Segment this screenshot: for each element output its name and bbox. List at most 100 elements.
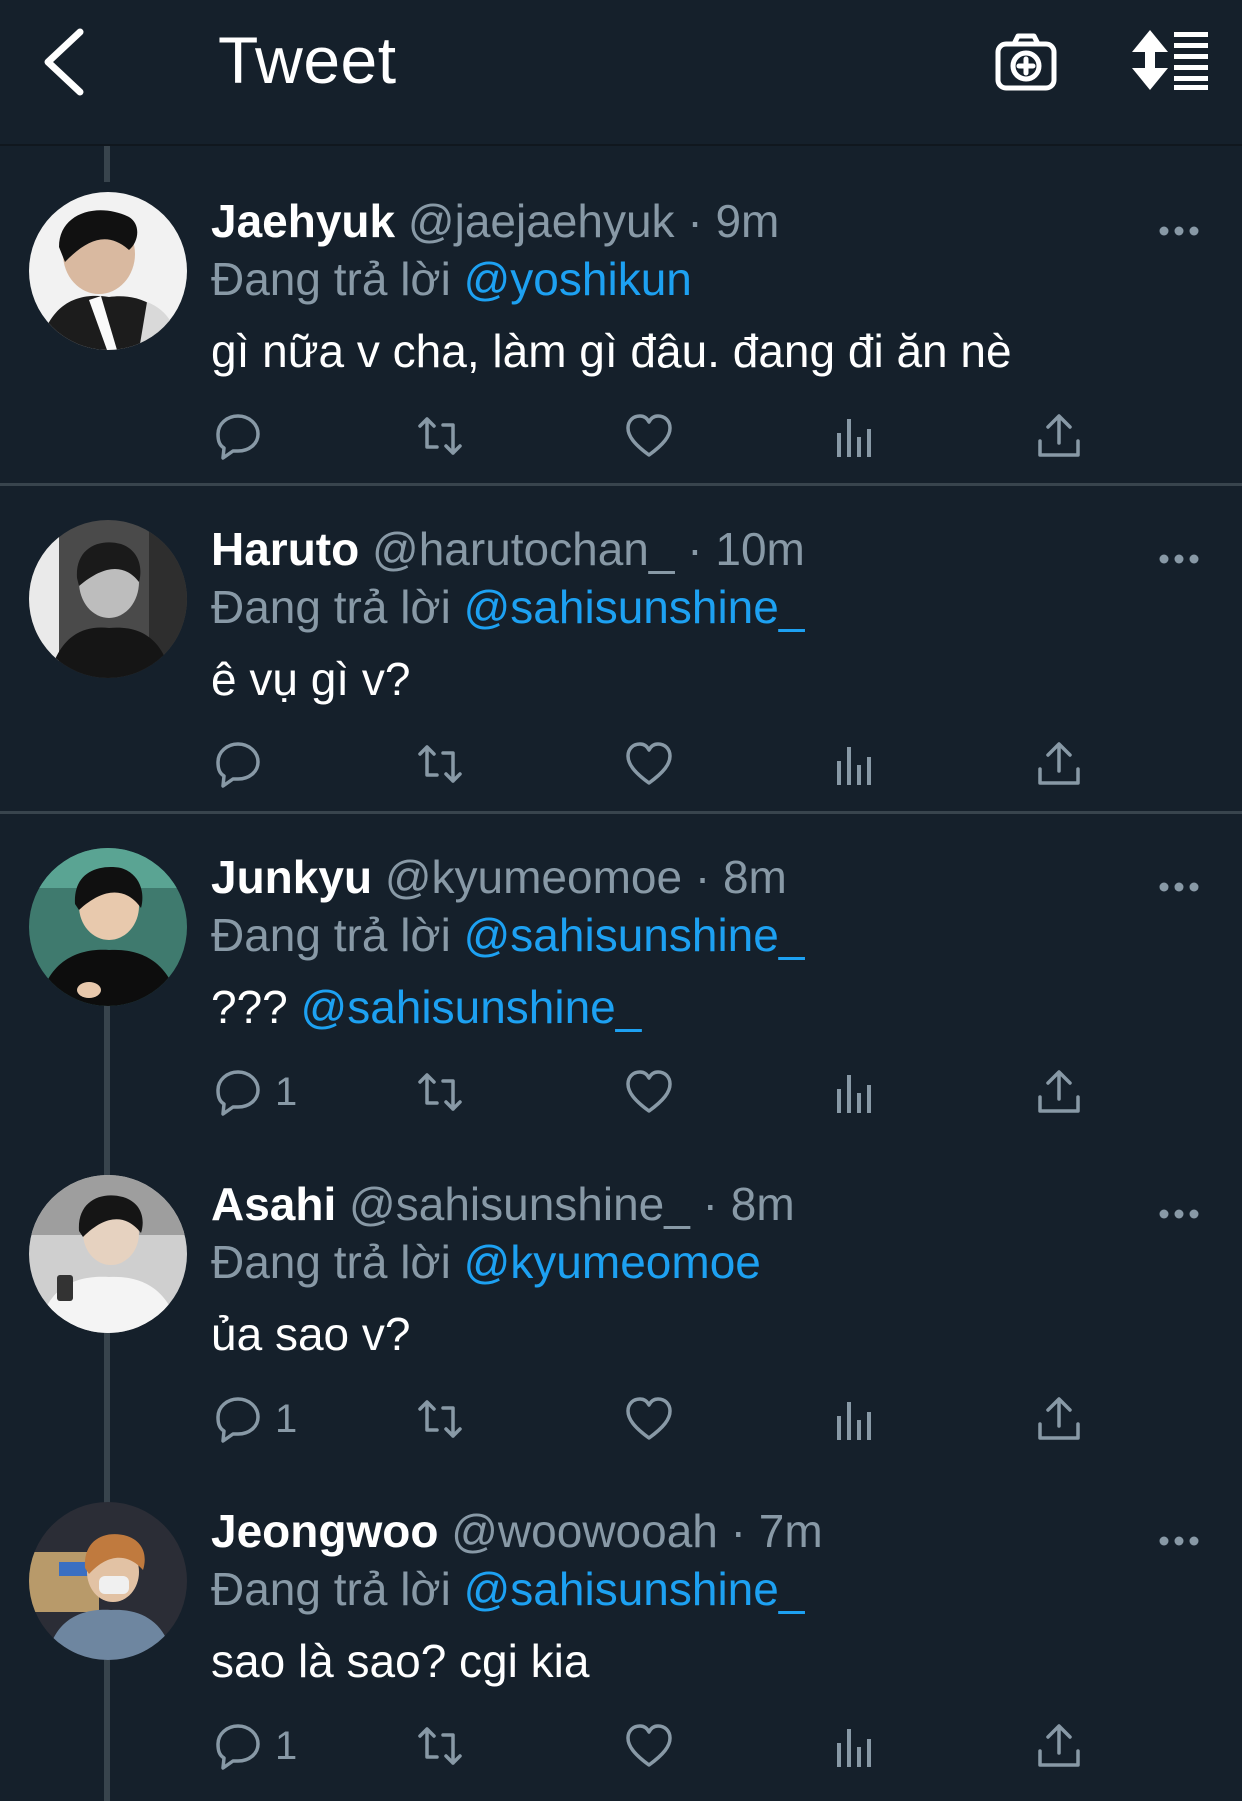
tweet-text: ??? @sahisunshine_ bbox=[211, 980, 641, 1034]
share-icon bbox=[1038, 414, 1080, 457]
more-options-icon[interactable] bbox=[1158, 880, 1200, 894]
reply-button[interactable] bbox=[213, 736, 275, 792]
replying-to: Đang trả lời @sahisunshine_ bbox=[211, 580, 804, 634]
analytics-icon bbox=[837, 419, 871, 457]
tweet-thread-screen: Tweet Jaehyuk @jaejaehyuk · 9m Đang trả … bbox=[0, 0, 1242, 1801]
more-options-icon[interactable] bbox=[1158, 1534, 1200, 1548]
analytics-button[interactable] bbox=[828, 1391, 878, 1447]
tweet-item[interactable]: Jaehyuk @jaejaehyuk · 9m Đang trả lời @y… bbox=[0, 158, 1242, 486]
display-name[interactable]: Junkyu bbox=[211, 851, 372, 903]
username[interactable]: @harutochan_ bbox=[372, 523, 674, 575]
avatar-photo bbox=[29, 520, 187, 678]
reply-icon bbox=[216, 1070, 260, 1116]
timestamp[interactable]: 8m bbox=[723, 851, 787, 903]
tweet-item[interactable]: Junkyu @kyumeomoe · 8m Đang trả lời @sah… bbox=[0, 814, 1242, 1141]
replying-mention-link[interactable]: @yoshikun bbox=[464, 253, 692, 305]
username[interactable]: @woowooah bbox=[451, 1505, 718, 1557]
replying-mention-link[interactable]: @sahisunshine_ bbox=[464, 1563, 805, 1615]
tweet-text-content: gì nữa v cha, làm gì đâu. đang đi ăn nè bbox=[211, 325, 1012, 377]
reply-button[interactable] bbox=[213, 408, 275, 464]
reply-button[interactable]: 1 bbox=[213, 1064, 297, 1120]
tweet-item[interactable]: Asahi @sahisunshine_ · 8m Đang trả lời @… bbox=[0, 1141, 1242, 1468]
share-button[interactable] bbox=[1034, 1718, 1084, 1774]
reply-button[interactable]: 1 bbox=[213, 1718, 297, 1774]
avatar[interactable] bbox=[29, 520, 187, 678]
tweet-text: gì nữa v cha, làm gì đâu. đang đi ăn nè bbox=[211, 324, 1012, 378]
more-options-icon[interactable] bbox=[1158, 552, 1200, 566]
analytics-icon bbox=[837, 1075, 871, 1113]
tweet-item[interactable]: Haruto @harutochan_ · 10m Đang trả lời @… bbox=[0, 486, 1242, 814]
separator-dot: · bbox=[702, 1178, 718, 1230]
replying-mention-link[interactable]: @sahisunshine_ bbox=[464, 581, 805, 633]
top-bar: Tweet bbox=[0, 0, 1242, 146]
heart-icon bbox=[626, 1070, 672, 1113]
like-button[interactable] bbox=[624, 1391, 674, 1447]
tweet-text-mention[interactable]: @sahisunshine_ bbox=[301, 981, 642, 1033]
back-button[interactable] bbox=[40, 26, 100, 98]
sort-button[interactable] bbox=[1132, 30, 1208, 90]
action-bar bbox=[211, 736, 1111, 792]
retweet-button[interactable] bbox=[415, 1718, 465, 1774]
analytics-button[interactable] bbox=[828, 1064, 878, 1120]
retweet-icon bbox=[418, 417, 462, 455]
username[interactable]: @kyumeomoe bbox=[385, 851, 682, 903]
avatar[interactable] bbox=[29, 848, 187, 1006]
username[interactable]: @sahisunshine_ bbox=[349, 1178, 690, 1230]
avatar[interactable] bbox=[29, 1175, 187, 1333]
replying-label: Đang trả lời bbox=[211, 909, 451, 961]
reply-count: 1 bbox=[275, 1723, 298, 1768]
retweet-button[interactable] bbox=[415, 1064, 465, 1120]
reply-count: 1 bbox=[275, 1396, 298, 1441]
timestamp[interactable]: 10m bbox=[715, 523, 804, 575]
share-icon bbox=[1038, 1070, 1080, 1113]
display-name[interactable]: Haruto bbox=[211, 523, 359, 575]
display-name[interactable]: Asahi bbox=[211, 1178, 336, 1230]
timestamp[interactable]: 8m bbox=[731, 1178, 795, 1230]
retweet-button[interactable] bbox=[415, 1391, 465, 1447]
analytics-button[interactable] bbox=[828, 408, 878, 464]
replying-mention-link[interactable]: @sahisunshine_ bbox=[464, 909, 805, 961]
tweet-text-content: ủa sao v? bbox=[211, 1308, 411, 1360]
reply-icon bbox=[216, 414, 260, 460]
more-options-icon[interactable] bbox=[1158, 224, 1200, 238]
display-name[interactable]: Jaehyuk bbox=[211, 195, 395, 247]
heart-icon bbox=[626, 1724, 672, 1767]
analytics-button[interactable] bbox=[828, 1718, 878, 1774]
more-options-icon[interactable] bbox=[1158, 1207, 1200, 1221]
retweet-button[interactable] bbox=[415, 408, 465, 464]
timestamp[interactable]: 7m bbox=[759, 1505, 823, 1557]
avatar-photo bbox=[29, 1175, 187, 1333]
reply-button[interactable]: 1 bbox=[213, 1391, 297, 1447]
avatar-photo bbox=[29, 1502, 187, 1660]
share-button[interactable] bbox=[1034, 408, 1084, 464]
share-button[interactable] bbox=[1034, 1391, 1084, 1447]
display-name[interactable]: Jeongwoo bbox=[211, 1505, 438, 1557]
replying-to: Đang trả lời @sahisunshine_ bbox=[211, 1562, 804, 1616]
action-bar: 1 bbox=[211, 1064, 1111, 1120]
like-button[interactable] bbox=[624, 736, 674, 792]
avatar[interactable] bbox=[29, 192, 187, 350]
share-icon bbox=[1038, 742, 1080, 785]
timestamp[interactable]: 9m bbox=[715, 195, 779, 247]
replying-to: Đang trả lời @sahisunshine_ bbox=[211, 908, 804, 962]
tweet-header: Junkyu @kyumeomoe · 8m bbox=[211, 850, 787, 904]
heart-icon bbox=[626, 1397, 672, 1440]
like-button[interactable] bbox=[624, 408, 674, 464]
share-icon bbox=[1038, 1397, 1080, 1440]
reply-icon bbox=[216, 1724, 260, 1770]
camera-button[interactable] bbox=[994, 30, 1058, 94]
avatar[interactable] bbox=[29, 1502, 187, 1660]
retweet-icon bbox=[418, 1400, 462, 1438]
like-button[interactable] bbox=[624, 1718, 674, 1774]
like-button[interactable] bbox=[624, 1064, 674, 1120]
separator-dot: · bbox=[687, 523, 703, 575]
analytics-button[interactable] bbox=[828, 736, 878, 792]
share-button[interactable] bbox=[1034, 736, 1084, 792]
replying-mention-link[interactable]: @kyumeomoe bbox=[464, 1236, 761, 1288]
tweet-item[interactable]: Jeongwoo @woowooah · 7m Đang trả lời @sa… bbox=[0, 1468, 1242, 1801]
retweet-button[interactable] bbox=[415, 736, 465, 792]
username[interactable]: @jaejaehyuk bbox=[408, 195, 675, 247]
share-button[interactable] bbox=[1034, 1064, 1084, 1120]
heart-icon bbox=[626, 742, 672, 785]
page-title: Tweet bbox=[218, 23, 397, 97]
